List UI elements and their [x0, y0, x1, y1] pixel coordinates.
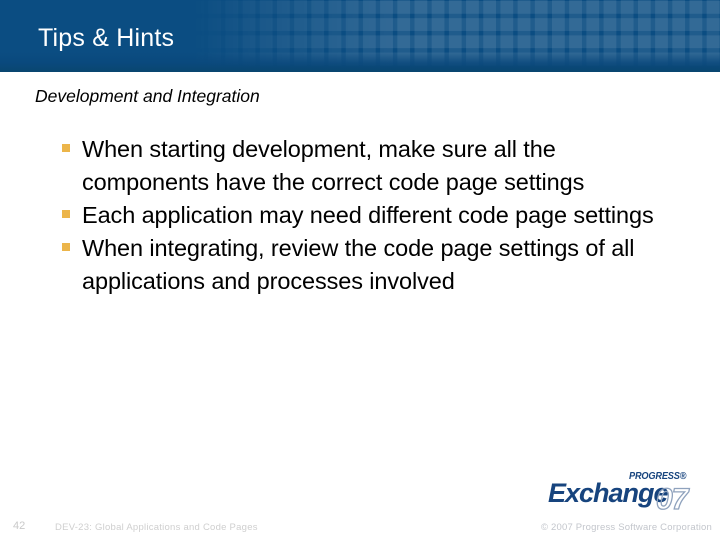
bullet-text: When integrating, review the code page s… [82, 235, 635, 294]
square-bullet-icon [62, 210, 70, 218]
slide-page-number: 42 [13, 520, 26, 532]
list-item: When starting development, make sure all… [60, 133, 680, 199]
list-item: When integrating, review the code page s… [60, 232, 680, 298]
slide-title: Tips & Hints [38, 24, 175, 52]
square-bullet-icon [62, 144, 70, 152]
logo-year-text: 07 [655, 483, 689, 516]
bullet-text: Each application may need different code… [82, 202, 654, 228]
footer-copyright: © 2007 Progress Software Corporation [540, 522, 712, 533]
square-bullet-icon [62, 243, 70, 251]
logo-product-text: Exchange [548, 478, 669, 508]
list-item: Each application may need different code… [60, 199, 680, 232]
slide-header-banner: Tips & Hints [0, 0, 720, 72]
slide: Tips & Hints Development and Integration… [0, 0, 720, 540]
bullet-list: When starting development, make sure all… [60, 133, 680, 298]
bullet-text: When starting development, make sure all… [82, 136, 585, 195]
progress-exchange-logo: PROGRESS® Exchange 07 [548, 470, 713, 516]
slide-subtitle: Development and Integration [35, 86, 260, 106]
footer-course-title: DEV-23: Global Applications and Code Pag… [55, 522, 258, 533]
